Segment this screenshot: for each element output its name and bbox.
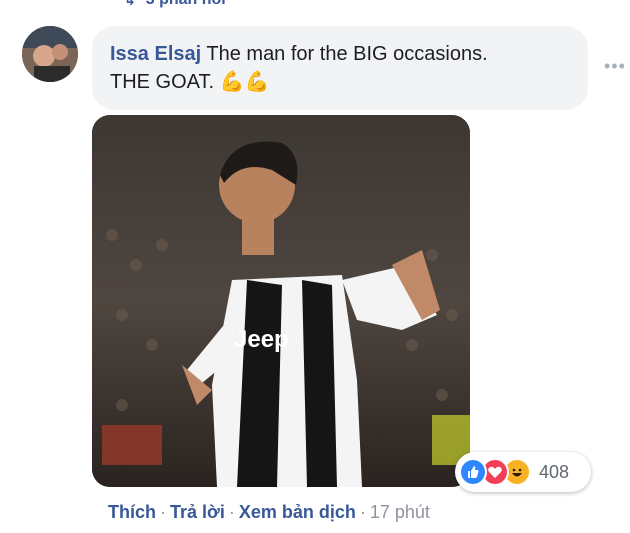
comment-photo[interactable]: Jeep xyxy=(92,115,470,487)
reply-link[interactable]: Trả lời xyxy=(170,502,225,522)
comment-author[interactable]: Issa Elsaj xyxy=(110,43,201,65)
reply-arrow-icon: ↳ xyxy=(124,0,136,9)
view-replies-label: 3 phản hồi xyxy=(146,0,226,9)
reactions-summary[interactable]: 408 xyxy=(455,452,591,492)
view-replies-link[interactable]: ↳ 3 phản hồi xyxy=(124,0,226,9)
separator: · xyxy=(228,502,235,522)
separator: · xyxy=(160,502,166,522)
comment-bubble: Issa Elsaj The man for the BIG occasions… xyxy=(92,26,588,110)
comment-actions: Thích · Trả lời · Xem bản dịch · 17 phút xyxy=(108,502,430,523)
translate-link[interactable]: Xem bản dịch xyxy=(239,502,356,522)
avatar[interactable] xyxy=(22,26,78,82)
more-options-icon[interactable]: ••• xyxy=(604,56,626,77)
comment-text-line2: THE GOAT. 💪💪 xyxy=(110,71,270,93)
like-link[interactable]: Thích xyxy=(108,502,156,522)
reaction-count: 408 xyxy=(539,461,570,482)
timestamp[interactable]: 17 phút xyxy=(370,502,430,522)
separator: · xyxy=(359,502,366,522)
like-icon xyxy=(459,458,487,486)
svg-text:Jeep: Jeep xyxy=(234,326,289,353)
comment-text-line1: The man for the BIG occasions. xyxy=(201,43,488,65)
